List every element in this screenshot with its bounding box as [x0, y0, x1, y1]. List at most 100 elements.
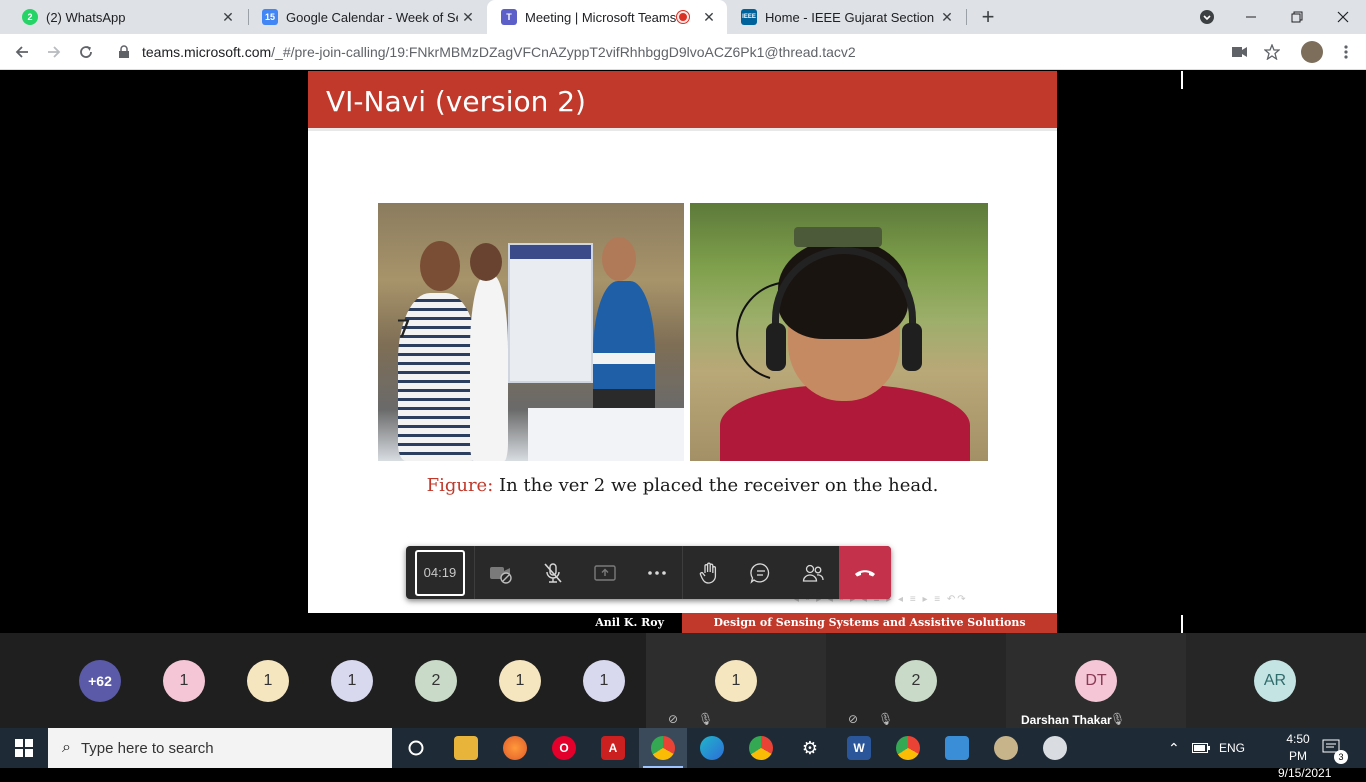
- bookmark-button[interactable]: [1260, 40, 1284, 64]
- windows-taskbar: ⌕ Type here to search O A ⚙ W ⌃ ENG 4:50…: [0, 728, 1366, 780]
- camera-blocked-button[interactable]: [1228, 40, 1252, 64]
- back-button[interactable]: [10, 40, 34, 64]
- slide-header-shadow: [308, 128, 1057, 131]
- participant-avatar: AR: [1254, 660, 1296, 702]
- hang-up-icon: [855, 569, 876, 576]
- browser-menu-button[interactable]: [1334, 40, 1358, 64]
- participant-tile[interactable]: 1 ⊘ 🎙: [646, 633, 826, 728]
- reload-button[interactable]: [74, 40, 98, 64]
- star-icon: [1264, 44, 1280, 60]
- file-explorer-icon[interactable]: [454, 736, 478, 760]
- stage-divider: [1181, 615, 1183, 633]
- mic-off-icon: 🎙: [1110, 712, 1126, 726]
- chat-button[interactable]: [735, 546, 787, 599]
- clock-time: 4:50 PM: [1286, 732, 1310, 763]
- participant-avatar[interactable]: 2: [415, 660, 457, 702]
- slide-header: VI-Navi (version 2): [308, 71, 1057, 128]
- tab-ieee-gujarat[interactable]: IEEE Home - IEEE Gujarat Section ✕: [727, 0, 965, 34]
- participant-avatar[interactable]: 1: [583, 660, 625, 702]
- windows-logo-icon: [15, 739, 33, 757]
- forward-button[interactable]: [42, 40, 66, 64]
- tab-title: Home - IEEE Gujarat Section: [765, 9, 935, 25]
- url-path: /_#/pre-join-calling/19:FNkrMBMzDZagVFCn…: [271, 44, 856, 60]
- tab-microsoft-teams[interactable]: T Meeting | Microsoft Teams ✕: [487, 0, 727, 34]
- url-host: teams.microsoft.com: [142, 44, 272, 60]
- language-indicator[interactable]: ENG: [1219, 728, 1245, 768]
- settings-icon[interactable]: ⚙: [798, 736, 822, 760]
- acrobat-icon[interactable]: A: [601, 736, 625, 760]
- receiver-device: [794, 227, 882, 247]
- footer-talk-title: Design of Sensing Systems and Assistive …: [682, 613, 1057, 633]
- slide-title: VI-Navi (version 2): [326, 85, 586, 118]
- participants-button[interactable]: [787, 546, 839, 599]
- people-icon: [803, 564, 824, 582]
- profile-button[interactable]: [1300, 40, 1324, 64]
- firefox-icon[interactable]: [503, 736, 527, 760]
- taskbar-search-input[interactable]: ⌕ Type here to search: [48, 728, 392, 768]
- raise-hand-button[interactable]: [683, 546, 735, 599]
- tab-google-calendar[interactable]: 15 Google Calendar - Week of Septe ✕: [248, 0, 486, 34]
- camera-off-icon: ⊘: [848, 712, 859, 726]
- new-tab-button[interactable]: +: [976, 5, 1000, 29]
- participant-avatar[interactable]: 1: [331, 660, 373, 702]
- whatsapp-icon: 2: [22, 9, 38, 25]
- search-placeholder: Type here to search: [80, 739, 214, 757]
- cortana-icon[interactable]: [404, 736, 428, 760]
- battery-icon: [1192, 743, 1210, 753]
- search-icon: ⌕: [62, 739, 71, 756]
- tab-title: Meeting | Microsoft Teams: [525, 9, 677, 25]
- participant-avatar[interactable]: 1: [247, 660, 289, 702]
- leave-call-button[interactable]: [839, 546, 892, 599]
- more-participants-badge[interactable]: +62: [79, 660, 121, 702]
- word-icon[interactable]: W: [847, 736, 871, 760]
- participant-avatar: 2: [895, 660, 937, 702]
- participants-strip: +62 1 1 1 2 1 1 1 ⊘ 🎙 2 ⊘ 🎙 DT Darshan T…: [0, 633, 1366, 728]
- more-horizontal-icon: [647, 570, 666, 575]
- start-button[interactable]: [0, 728, 48, 768]
- edge-icon[interactable]: [700, 736, 724, 760]
- chevron-up-icon: ⌃: [1168, 739, 1180, 756]
- close-icon[interactable]: ✕: [699, 9, 719, 26]
- person-head: [602, 237, 636, 281]
- photo-receiver-on-head: [690, 203, 988, 461]
- tab-search-button[interactable]: [1184, 0, 1230, 34]
- minimize-button[interactable]: [1228, 0, 1274, 34]
- mic-toggle-button[interactable]: [527, 546, 579, 599]
- participant-avatar: DT: [1075, 660, 1117, 702]
- close-icon[interactable]: ✕: [937, 9, 957, 26]
- reload-icon: [80, 46, 92, 58]
- notifications-button[interactable]: 3: [1322, 728, 1348, 768]
- participant-tile[interactable]: DT Darshan Thakar 🎙: [1006, 633, 1186, 728]
- participant-avatar[interactable]: 1: [163, 660, 205, 702]
- recording-icon: [677, 11, 689, 23]
- participant-tile[interactable]: 2 ⊘ 🎙: [826, 633, 1006, 728]
- participant-avatar[interactable]: 1: [499, 660, 541, 702]
- mic-off-icon: [544, 562, 562, 583]
- system-clock[interactable]: 4:50 PM 9/15/2021: [1278, 731, 1331, 782]
- address-bar: teams.microsoft.com/_#/pre-join-calling/…: [0, 34, 1366, 70]
- restore-icon: [1291, 11, 1303, 23]
- restore-button[interactable]: [1274, 0, 1320, 34]
- battery-button[interactable]: [1192, 728, 1210, 768]
- chrome-profile-icon[interactable]: [651, 736, 675, 760]
- close-window-button[interactable]: [1320, 0, 1366, 34]
- caption-text: In the ver 2 we placed the receiver on t…: [493, 475, 939, 496]
- close-icon[interactable]: ✕: [458, 9, 478, 26]
- opera-icon[interactable]: O: [552, 736, 576, 760]
- chrome-icon[interactable]: [749, 736, 773, 760]
- ieee-icon: IEEE: [741, 9, 757, 25]
- share-content-button[interactable]: [579, 546, 631, 599]
- url-field[interactable]: teams.microsoft.com/_#/pre-join-calling/…: [110, 38, 1290, 66]
- show-hidden-icons-button[interactable]: ⌃: [1168, 728, 1180, 768]
- chrome-profile-h-icon[interactable]: [896, 736, 920, 760]
- more-actions-button[interactable]: [631, 546, 683, 599]
- participant-tile[interactable]: AR: [1186, 633, 1366, 728]
- paint-icon[interactable]: [994, 736, 1018, 760]
- camera-off-icon: ⊘: [668, 712, 679, 726]
- photos-icon[interactable]: [945, 736, 969, 760]
- hand-icon: [700, 562, 717, 584]
- close-icon[interactable]: ✕: [218, 9, 238, 26]
- camera-toggle-button[interactable]: [475, 546, 527, 599]
- tab-whatsapp[interactable]: 2 (2) WhatsApp ✕: [8, 0, 246, 34]
- snipping-tool-icon[interactable]: [1043, 736, 1067, 760]
